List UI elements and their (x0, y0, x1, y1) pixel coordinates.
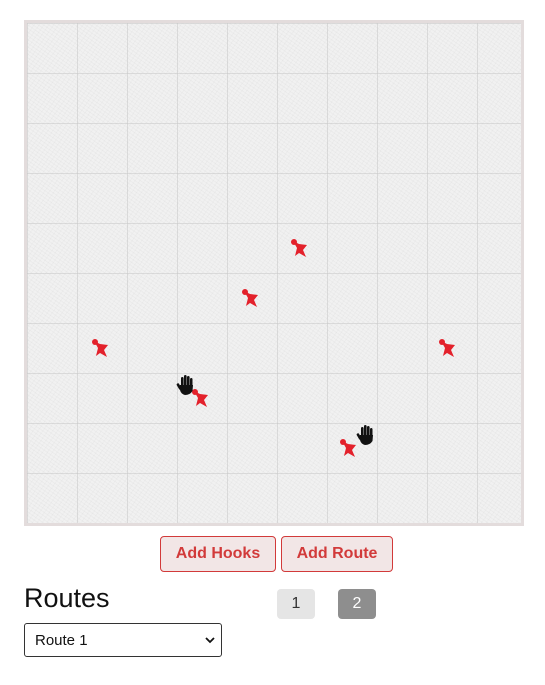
add-hooks-button[interactable]: Add Hooks (160, 536, 276, 572)
hold-2-shape (242, 289, 258, 307)
hold-1[interactable] (290, 238, 312, 260)
page-button-2[interactable]: 2 (338, 589, 376, 619)
climbing-wall-board[interactable] (24, 20, 524, 526)
page-button-1[interactable]: 1 (277, 589, 315, 619)
hold-4[interactable] (438, 338, 460, 360)
action-buttons: Add Hooks Add Route (0, 536, 545, 572)
hold-3-shape (92, 339, 108, 357)
routes-heading: Routes (24, 583, 110, 613)
route-select[interactable]: Route 1 (24, 623, 222, 657)
hand-icon (176, 374, 196, 396)
hold-4-shape (439, 339, 455, 357)
hold-3[interactable] (91, 338, 113, 360)
hand-icon (356, 424, 376, 446)
add-route-button[interactable]: Add Route (281, 536, 393, 572)
hold-2[interactable] (241, 288, 263, 310)
hold-1-shape (291, 239, 307, 257)
